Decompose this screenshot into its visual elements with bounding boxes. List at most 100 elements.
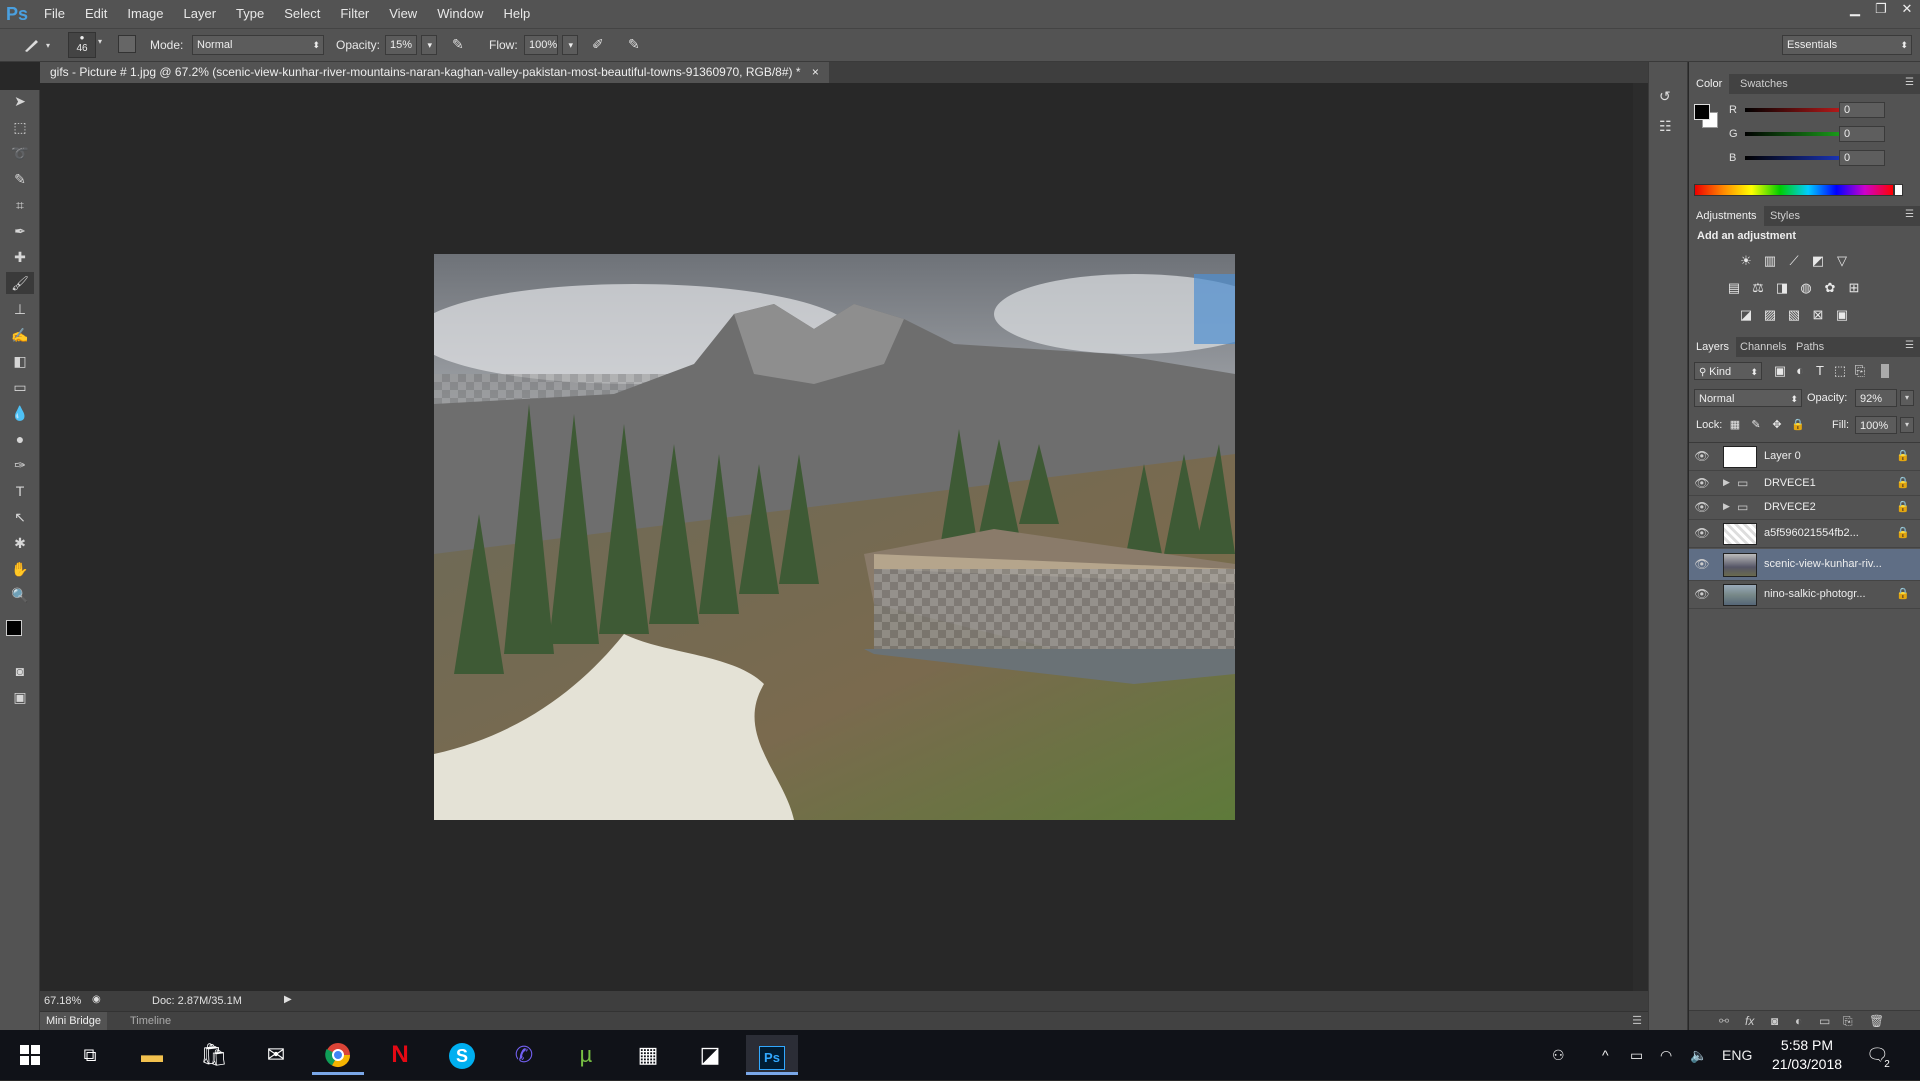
brush-size-arrow-icon[interactable]: ▾ — [98, 37, 102, 46]
bottom-panel-menu-icon[interactable]: ☰ — [1632, 1014, 1642, 1027]
layer-row[interactable]: 👁 nino-salkic-photogr... 🔒 — [1689, 581, 1920, 609]
brush-panel-toggle-icon[interactable] — [118, 35, 136, 53]
tab-swatches[interactable]: Swatches — [1733, 74, 1795, 94]
pressure-size-icon[interactable]: ✎ — [628, 36, 640, 53]
expand-arrow-icon[interactable]: ▶ — [1723, 477, 1730, 488]
shape-tool-icon[interactable]: ✱ — [6, 532, 34, 554]
tab-styles[interactable]: Styles — [1763, 206, 1807, 226]
clock[interactable]: 5:58 PM 21/03/2018 — [1770, 1036, 1844, 1074]
document-image[interactable] — [434, 254, 1235, 820]
channel-b-input[interactable]: 0 — [1839, 150, 1885, 166]
photoshop-icon[interactable]: Ps — [746, 1035, 798, 1075]
filter-pixel-icon[interactable]: ▣ — [1771, 362, 1789, 380]
channel-g-input[interactable]: 0 — [1839, 126, 1885, 142]
hue-saturation-icon[interactable]: ▤ — [1725, 279, 1743, 297]
eraser-tool-icon[interactable]: ◧ — [6, 350, 34, 372]
layer-row[interactable]: 👁 a5f596021554fb2... 🔒 — [1689, 520, 1920, 548]
netflix-icon[interactable]: N — [374, 1035, 426, 1075]
opacity-dropdown-arrow[interactable]: ▾ — [421, 35, 437, 55]
layer-row[interactable]: 👁 Layer 0 🔒 — [1689, 443, 1920, 471]
add-mask-icon[interactable]: ◙ — [1771, 1014, 1778, 1028]
expand-arrow-icon[interactable]: ▶ — [1723, 501, 1730, 512]
selective-color-icon[interactable]: ▣ — [1833, 306, 1851, 324]
hand-tool-icon[interactable]: ✋ — [6, 558, 34, 580]
color-white-swatch[interactable] — [1894, 184, 1903, 196]
brightness-icon[interactable]: ☀ — [1737, 252, 1755, 270]
menu-help[interactable]: Help — [493, 0, 540, 28]
visibility-eye-icon[interactable]: 👁 — [1694, 476, 1710, 490]
clone-stamp-tool-icon[interactable]: ⊥ — [6, 298, 34, 320]
layer-opacity-input[interactable]: 92% — [1855, 389, 1897, 407]
filter-shape-icon[interactable]: ⬚ — [1831, 362, 1849, 380]
lock-transparent-icon[interactable]: ▦ — [1726, 416, 1744, 434]
minimize-button[interactable]: ▁ — [1842, 0, 1868, 20]
tab-adjustments[interactable]: Adjustments — [1689, 206, 1764, 226]
menu-file[interactable]: File — [34, 0, 75, 28]
move-tool-icon[interactable]: ➤ — [6, 90, 34, 112]
tab-channels[interactable]: Channels — [1733, 337, 1793, 357]
color-spectrum-ramp[interactable] — [1694, 184, 1894, 196]
healing-brush-tool-icon[interactable]: ✚ — [6, 246, 34, 268]
filter-type-icon[interactable]: T — [1811, 362, 1829, 380]
task-view-icon[interactable]: ⧉ — [64, 1035, 116, 1075]
wifi-icon[interactable]: ◠ — [1660, 1030, 1672, 1080]
foreground-color-swatch[interactable] — [6, 620, 22, 636]
menu-select[interactable]: Select — [274, 0, 330, 28]
viber-icon[interactable]: ✆ — [498, 1035, 550, 1075]
status-info-icon[interactable]: ◉ — [92, 994, 101, 1005]
quick-mask-icon[interactable]: ◙ — [6, 660, 34, 682]
tab-paths[interactable]: Paths — [1789, 337, 1831, 357]
volume-icon[interactable]: 🔈 — [1690, 1030, 1707, 1080]
color-panel-menu-icon[interactable]: ☰ — [1905, 77, 1914, 88]
zoom-level[interactable]: 67.18% — [44, 995, 81, 1007]
delete-layer-icon[interactable]: 🗑 — [1869, 1014, 1884, 1028]
zoom-tool-icon[interactable]: 🔍 — [6, 584, 34, 606]
channel-mixer-icon[interactable]: ✿ — [1821, 279, 1839, 297]
filter-smart-object-icon[interactable]: ⎘ — [1851, 362, 1869, 380]
layer-opacity-arrow-icon[interactable]: ▾ — [1900, 390, 1914, 406]
gradient-map-icon[interactable]: ⊠ — [1809, 306, 1827, 324]
filter-adjustment-icon[interactable]: ◐ — [1791, 362, 1809, 380]
visibility-eye-icon[interactable]: 👁 — [1694, 449, 1710, 463]
language-indicator[interactable]: ENG — [1722, 1030, 1752, 1080]
link-layers-icon[interactable]: ⚯ — [1719, 1014, 1729, 1028]
blur-tool-icon[interactable]: 💧 — [6, 402, 34, 424]
threshold-icon[interactable]: ▧ — [1785, 306, 1803, 324]
fill-input[interactable]: 100% — [1855, 416, 1897, 434]
visibility-eye-icon[interactable]: 👁 — [1694, 557, 1710, 571]
document-tab[interactable]: gifs - Picture # 1.jpg @ 67.2% (scenic-v… — [40, 62, 829, 83]
visibility-eye-icon[interactable]: 👁 — [1694, 500, 1710, 514]
layer-group-row[interactable]: 👁 ▶ ▭ DRVECE2 🔒 — [1689, 496, 1920, 520]
menu-window[interactable]: Window — [427, 0, 493, 28]
vibrance-icon[interactable]: ▽ — [1833, 252, 1851, 270]
history-brush-tool-icon[interactable]: ✍ — [6, 324, 34, 346]
tab-color[interactable]: Color — [1689, 74, 1730, 94]
fill-arrow-icon[interactable]: ▾ — [1900, 417, 1914, 433]
photo-filter-icon[interactable]: ◍ — [1797, 279, 1815, 297]
marquee-tool-icon[interactable]: ⬚ — [6, 116, 34, 138]
new-adjustment-layer-icon[interactable]: ◐ — [1795, 1014, 1802, 1028]
restore-button[interactable]: ❐ — [1868, 0, 1894, 20]
visibility-eye-icon[interactable]: 👁 — [1694, 587, 1710, 601]
tray-overflow-icon[interactable]: ^ — [1602, 1030, 1609, 1080]
visibility-eye-icon[interactable]: 👁 — [1694, 526, 1710, 540]
lock-position-icon[interactable]: ✥ — [1768, 416, 1786, 434]
adjustments-panel-menu-icon[interactable]: ☰ — [1905, 209, 1914, 220]
layer-blend-mode-dropdown[interactable]: Normal ⬍ — [1694, 389, 1802, 407]
color-panel-foreground-swatch[interactable] — [1694, 104, 1710, 120]
type-tool-icon[interactable]: T — [6, 480, 34, 502]
exposure-icon[interactable]: ◩ — [1809, 252, 1827, 270]
layer-style-icon[interactable]: fx — [1745, 1014, 1754, 1028]
flow-dropdown-arrow[interactable]: ▾ — [562, 35, 578, 55]
sticky-notes-icon[interactable]: ◪ — [684, 1035, 736, 1075]
pen-tool-icon[interactable]: ✑ — [6, 454, 34, 476]
status-menu-arrow-icon[interactable]: ▶ — [284, 994, 292, 1005]
close-button[interactable]: ✕ — [1894, 0, 1920, 20]
flow-input[interactable]: 100% — [524, 35, 558, 55]
tab-timeline[interactable]: Timeline — [124, 1012, 177, 1030]
filter-toggle-icon[interactable] — [1881, 364, 1889, 378]
black-white-icon[interactable]: ◨ — [1773, 279, 1791, 297]
skype-icon[interactable]: S — [436, 1035, 488, 1075]
pressure-opacity-icon[interactable]: ✎ — [452, 36, 464, 53]
brush-size-picker[interactable]: ● 46 — [68, 32, 96, 58]
